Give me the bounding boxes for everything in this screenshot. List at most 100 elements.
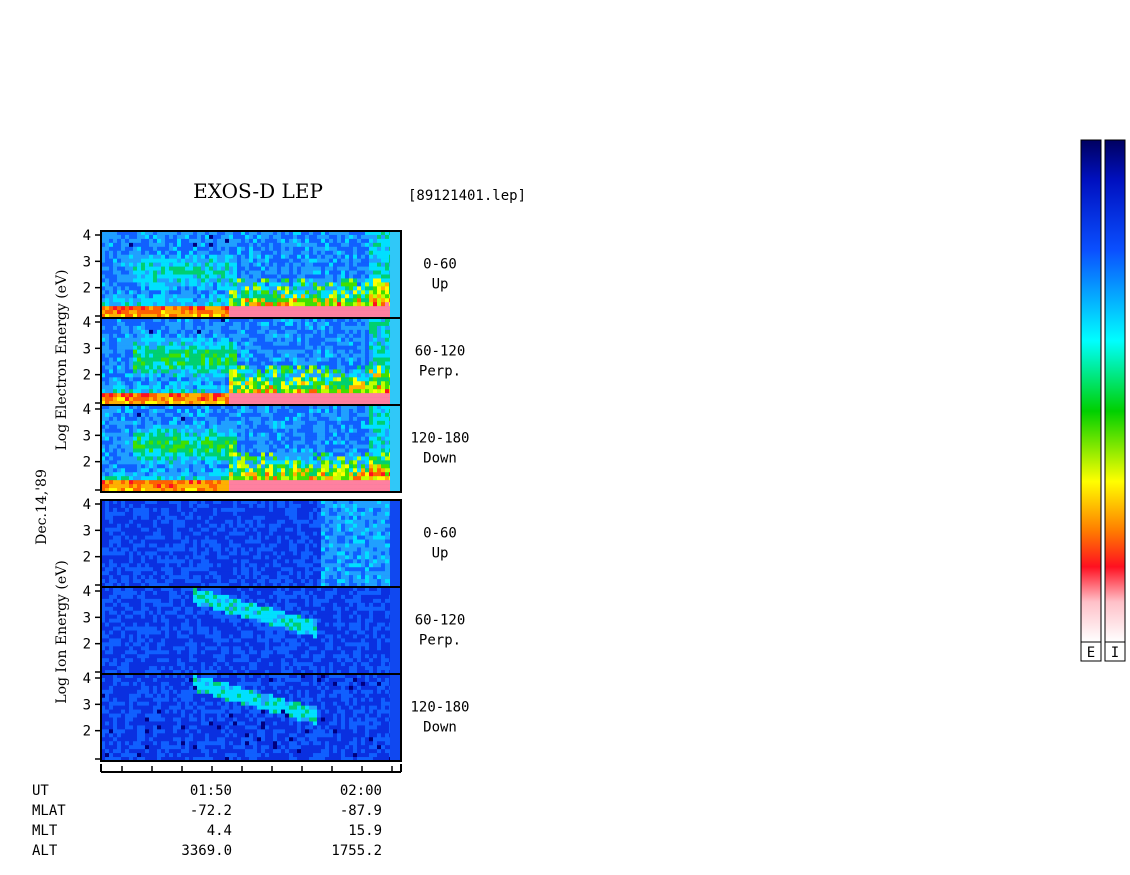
heat-cell [357, 484, 362, 489]
heat-cell [321, 333, 326, 339]
heat-cell [193, 270, 198, 275]
heat-cell [225, 476, 230, 481]
heat-cell [161, 369, 166, 374]
heat-cell [201, 432, 206, 437]
heat-cell [181, 361, 186, 366]
heat-cell [129, 329, 134, 335]
heat-cell [285, 270, 290, 275]
heat-cell [109, 278, 114, 283]
heat-cell [241, 444, 246, 449]
heat-cell [269, 373, 274, 378]
heat-cell [381, 298, 386, 303]
heat-cell [137, 353, 142, 358]
heat-cell [153, 484, 158, 489]
heat-cell [329, 484, 334, 489]
heat-cell [377, 290, 382, 295]
heat-cell [157, 412, 162, 418]
heat-cell [209, 286, 214, 291]
heat-cell [309, 353, 314, 358]
heat-cell [177, 365, 182, 370]
heat-cell [225, 282, 230, 287]
heat-cell [381, 349, 386, 354]
heat-cell [197, 278, 202, 283]
heat-cell [317, 393, 322, 398]
heat-cell [141, 294, 146, 299]
heat-cell [321, 452, 326, 457]
heat-cell [201, 290, 206, 295]
heat-cell [345, 234, 350, 240]
heat-cell [169, 393, 174, 398]
heat-cell [109, 444, 114, 449]
heat-cell [209, 254, 214, 259]
heat-cell [377, 353, 382, 358]
heat-cell [301, 294, 306, 299]
heat-cell [325, 460, 330, 465]
heat-cell [325, 436, 330, 441]
heat-cell [285, 436, 290, 441]
heat-cell [297, 416, 302, 422]
heat-cell [365, 345, 370, 350]
heat-cell [321, 341, 326, 346]
heat-cell [329, 440, 334, 445]
heat-cell [301, 242, 306, 248]
heat-cell [249, 357, 254, 362]
heat-cell [353, 357, 358, 362]
heat-cell [317, 321, 322, 327]
heat-cell [373, 456, 378, 461]
heat-cell [117, 432, 122, 437]
heat-cell [185, 381, 190, 386]
heat-cell [377, 349, 382, 354]
heat-cell [329, 286, 334, 291]
heat-cell [213, 246, 218, 252]
heat-cell [137, 290, 142, 295]
heat-cell [153, 397, 158, 402]
heat-cell [281, 472, 286, 477]
heat-cell [373, 428, 378, 433]
heat-cell [197, 444, 202, 449]
heat-cell [193, 436, 198, 441]
heat-cell [137, 385, 142, 390]
heat-cell [317, 302, 322, 307]
heat-cell [281, 286, 286, 291]
heat-cell [233, 353, 238, 358]
heat-cell [373, 440, 378, 445]
heat-cell [249, 266, 254, 271]
heat-cell [269, 270, 274, 275]
heat-cell [285, 456, 290, 461]
heat-cell [325, 333, 330, 339]
heat-cell [133, 349, 138, 354]
heat-cell [341, 456, 346, 461]
heat-cell [145, 333, 150, 339]
heat-cell [105, 329, 110, 335]
heat-cell [157, 393, 162, 398]
heat-cell [269, 329, 274, 335]
heat-cell [353, 440, 358, 445]
heat-cell [385, 294, 390, 299]
heat-cell [121, 306, 126, 311]
heat-cell [385, 353, 390, 358]
heat-cell [317, 357, 322, 362]
heat-cell [233, 345, 238, 350]
heat-cell [145, 369, 150, 374]
heat-cell [277, 357, 282, 362]
heat-cell [261, 286, 266, 291]
heat-cell [365, 234, 370, 240]
heat-cell [269, 234, 274, 240]
heat-cell [377, 310, 382, 315]
heat-cell [385, 393, 390, 398]
heat-cell [329, 416, 334, 422]
heat-cell [293, 397, 298, 402]
heat-cell [333, 357, 338, 362]
heat-cell [241, 341, 246, 346]
heat-cell [277, 345, 282, 350]
heat-cell [209, 424, 214, 430]
heat-cell [257, 412, 262, 418]
heat-cell [289, 337, 294, 343]
heat-cell [149, 436, 154, 441]
heat-cell [185, 238, 190, 244]
heat-cell [105, 302, 110, 307]
heat-cell [293, 294, 298, 299]
heat-cell [285, 484, 290, 489]
heat-cell [313, 349, 318, 354]
heat-cell [345, 270, 350, 275]
